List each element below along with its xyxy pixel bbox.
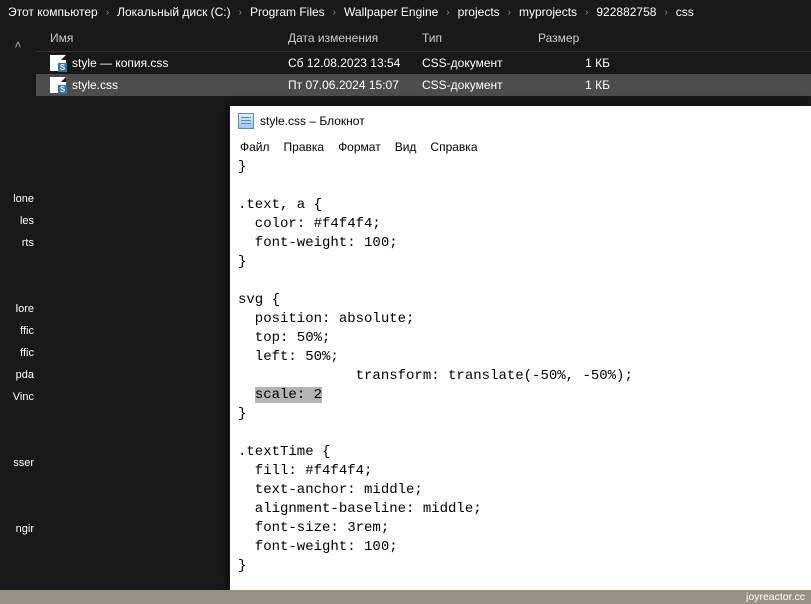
nav-tree-item[interactable]: lore (14, 300, 36, 318)
css-file-icon (50, 55, 66, 71)
breadcrumb-item[interactable]: Program Files (246, 5, 329, 19)
column-header-name[interactable]: Имя (36, 31, 288, 45)
breadcrumb-item[interactable]: Wallpaper Engine (340, 5, 442, 19)
chevron-right-icon: › (664, 7, 667, 18)
notepad-titlebar[interactable]: style.css – Блокнот (230, 106, 811, 136)
breadcrumb-item[interactable]: Локальный диск (C:) (113, 5, 235, 19)
file-date: Сб 12.08.2023 13:54 (288, 56, 422, 70)
breadcrumb-item[interactable]: Этот компьютер (4, 5, 102, 19)
nav-tree-item[interactable]: sser (11, 454, 36, 472)
file-row[interactable]: style.css Пт 07.06.2024 15:07CSS-документ… (36, 74, 811, 96)
code-text: } .textTime { fill: #f4f4f4; text-anchor… (238, 406, 482, 590)
file-row[interactable]: style — копия.css Сб 12.08.2023 13:54CSS-… (36, 52, 811, 74)
file-name: style — копия.css (72, 56, 168, 70)
notepad-text-area[interactable]: } .text, a { color: #f4f4f4; font-weight… (230, 158, 811, 590)
breadcrumb-item[interactable]: css (672, 5, 698, 19)
file-name: style.css (72, 78, 118, 92)
chevron-right-icon: › (239, 7, 242, 18)
file-type: CSS-документ (422, 56, 538, 70)
notepad-window[interactable]: style.css – Блокнот Файл Правка Формат Вид С… (230, 106, 811, 590)
breadcrumb-item[interactable]: myprojects (515, 5, 581, 19)
nav-tree-item[interactable]: Vinc (11, 388, 36, 406)
breadcrumb[interactable]: Этот компьютер › Локальный диск (C:) › Progr… (0, 0, 811, 24)
chevron-right-icon: › (585, 7, 588, 18)
nav-tree-item[interactable]: lone (11, 190, 36, 208)
notepad-menubar[interactable]: Файл Правка Формат Вид Справка (230, 136, 811, 158)
css-file-icon (50, 77, 66, 93)
file-size: 1 КБ (538, 56, 622, 70)
nav-tree-item[interactable]: les (18, 212, 36, 230)
file-size: 1 КБ (538, 78, 622, 92)
breadcrumb-item[interactable]: projects (454, 5, 504, 19)
nav-tree-item[interactable]: ffic (18, 322, 36, 340)
menu-item[interactable]: Вид (395, 140, 417, 154)
nav-tree-item[interactable]: pda (14, 366, 36, 384)
menu-item[interactable]: Правка (284, 140, 325, 154)
watermark: joyreactor.cc (0, 590, 811, 604)
nav-tree-item[interactable]: ngir (14, 520, 36, 538)
breadcrumb-item[interactable]: 922882758 (592, 5, 660, 19)
notepad-title-text: style.css – Блокнот (260, 114, 365, 128)
column-header-size[interactable]: Размер (538, 31, 622, 45)
menu-item[interactable]: Файл (240, 140, 270, 154)
menu-item[interactable]: Формат (338, 140, 381, 154)
file-date: Пт 07.06.2024 15:07 (288, 78, 422, 92)
chevron-right-icon: › (333, 7, 336, 18)
chevron-right-icon: › (106, 7, 109, 18)
column-header-date[interactable]: Дата изменения (288, 31, 422, 45)
file-type: CSS-документ (422, 78, 538, 92)
chevron-right-icon: › (508, 7, 511, 18)
nav-pane: ˄ lonelesrtslorefficfficpdaVincsserngirc… (0, 24, 36, 590)
chevron-right-icon: › (446, 7, 449, 18)
nav-up-arrow[interactable]: ˄ (0, 24, 36, 52)
column-header-type[interactable]: Тип (422, 31, 538, 45)
file-list-headers[interactable]: Имя Дата изменения Тип Размер (36, 24, 811, 52)
nav-tree-item[interactable]: rts (20, 234, 36, 252)
nav-tree-item[interactable]: ffic (18, 344, 36, 362)
code-selection: scale: 2 (255, 387, 322, 403)
menu-item[interactable]: Справка (430, 140, 477, 154)
notepad-icon (238, 113, 254, 129)
code-text: } .text, a { color: #f4f4f4; font-weight… (238, 159, 633, 403)
